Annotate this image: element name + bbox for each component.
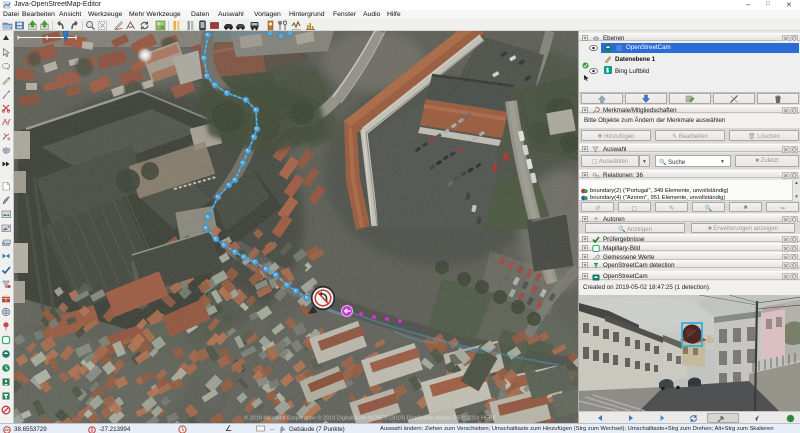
svg-text:© 2019 Microsoft Corporation ©: © 2019 Microsoft Corporation © 2019 Digi… [244, 415, 497, 422]
